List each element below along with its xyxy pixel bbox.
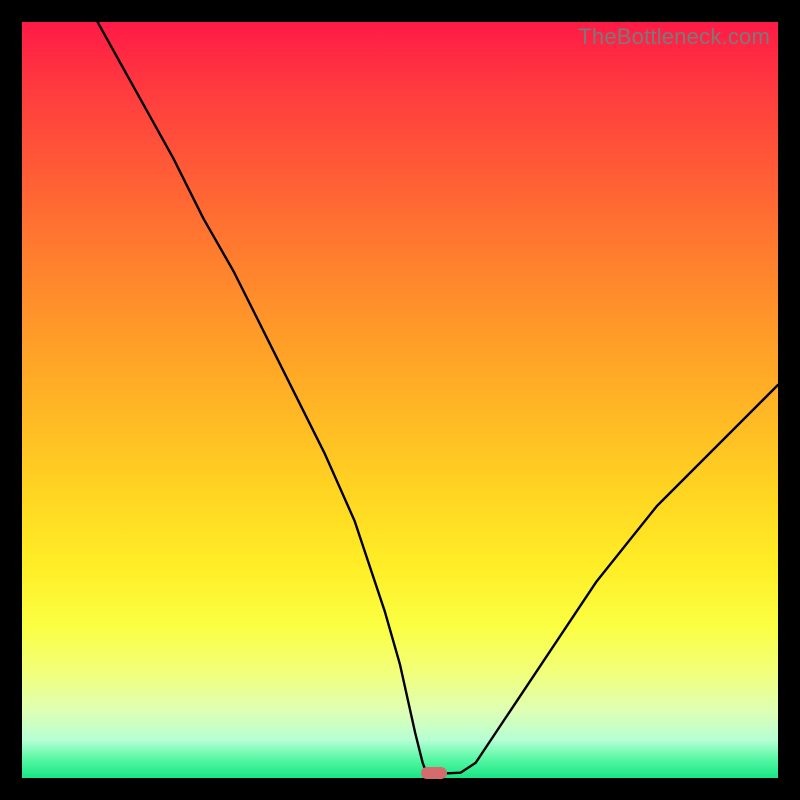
chart-curve <box>98 22 778 773</box>
chart-plot-area: TheBottleneck.com <box>22 22 778 778</box>
chart-overlay <box>22 22 778 778</box>
chart-marker <box>421 767 447 779</box>
chart-frame: TheBottleneck.com <box>0 0 800 800</box>
